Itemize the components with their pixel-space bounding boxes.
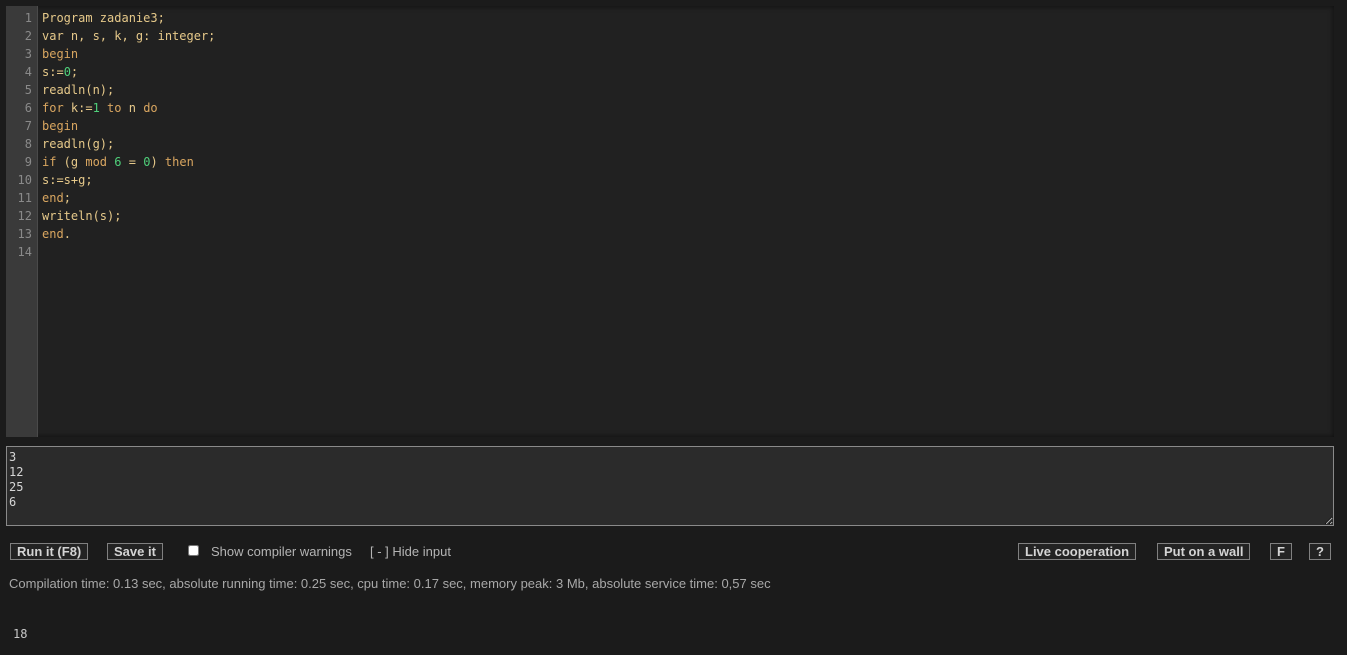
code-line[interactable]: begin bbox=[42, 45, 1334, 63]
code-token: to bbox=[99, 101, 129, 115]
code-token: begin bbox=[42, 119, 79, 133]
line-number: 12 bbox=[17, 209, 32, 223]
code-area[interactable]: Program zadanie3; var n, s, k, g: integer… bbox=[42, 9, 1334, 437]
code-token: do bbox=[143, 101, 158, 115]
line-number: 8 bbox=[24, 137, 32, 151]
program-output: 18 bbox=[13, 627, 28, 641]
code-token: mod bbox=[85, 155, 108, 169]
line-number: 2 bbox=[24, 29, 32, 43]
code-token: . bbox=[63, 227, 71, 241]
line-number: 4 bbox=[24, 65, 32, 79]
hide-input-link[interactable]: [ - ] Hide input bbox=[370, 543, 451, 560]
code-line[interactable]: readln(g); bbox=[42, 135, 1334, 153]
line-number: 14 bbox=[17, 245, 32, 259]
put-on-wall-button[interactable]: Put on a wall bbox=[1157, 543, 1251, 560]
code-token: end bbox=[42, 227, 64, 241]
f-button[interactable]: F bbox=[1270, 543, 1292, 560]
code-line[interactable]: s:=0; bbox=[42, 63, 1334, 81]
code-line[interactable]: end; bbox=[42, 189, 1334, 207]
help-button[interactable]: ? bbox=[1309, 543, 1331, 560]
code-token: if bbox=[42, 155, 57, 169]
line-number: 13 bbox=[17, 227, 32, 241]
code-token: n bbox=[128, 101, 144, 115]
code-token: writeln(s); bbox=[42, 209, 122, 223]
code-line[interactable]: if (g mod 6 = 0) then bbox=[42, 153, 1334, 171]
line-number-gutter: 1 2 3 4 5 6 7 8 9 10 11 12 13 14 bbox=[6, 6, 38, 437]
code-line[interactable]: var n, s, k, g: integer; bbox=[42, 27, 1334, 45]
code-line[interactable]: s:=s+g; bbox=[42, 171, 1334, 189]
code-token: ; bbox=[70, 65, 79, 79]
code-token: readln(g); bbox=[42, 137, 115, 151]
code-token: var n, s, k, g: integer; bbox=[42, 29, 216, 43]
code-token: = bbox=[121, 155, 144, 169]
line-number: 5 bbox=[24, 83, 32, 97]
code-token: begin bbox=[42, 47, 79, 61]
code-token: then bbox=[164, 155, 194, 169]
code-token: 6 bbox=[114, 155, 122, 169]
compiler-warnings-label[interactable]: Show compiler warnings bbox=[211, 543, 352, 560]
code-token: k:= bbox=[63, 101, 93, 115]
line-number: 1 bbox=[24, 11, 32, 25]
line-number: 10 bbox=[17, 173, 32, 187]
code-token: Program zadanie3; bbox=[42, 11, 165, 25]
execution-stats: Compilation time: 0.13 sec, absolute run… bbox=[9, 576, 771, 591]
line-number: 7 bbox=[24, 119, 32, 133]
code-line[interactable] bbox=[42, 243, 1334, 261]
code-token: s:= bbox=[42, 65, 64, 79]
compiler-warnings-checkbox[interactable] bbox=[188, 545, 199, 556]
code-line[interactable]: begin bbox=[42, 117, 1334, 135]
code-token: for bbox=[42, 101, 64, 115]
page: 1 2 3 4 5 6 7 8 9 10 11 12 13 14 Program zadanie3; var… bbox=[0, 0, 1347, 655]
line-numbers: 1 2 3 4 5 6 7 8 9 10 11 12 13 14 bbox=[6, 6, 37, 261]
code-editor[interactable]: 1 2 3 4 5 6 7 8 9 10 11 12 13 14 Program zadanie3; var… bbox=[6, 6, 1334, 437]
stdin-input[interactable] bbox=[6, 446, 1334, 526]
code-token: (g bbox=[56, 155, 86, 169]
code-token: 1 bbox=[92, 101, 100, 115]
code-token: 0 bbox=[63, 65, 71, 79]
code-token: ; bbox=[63, 191, 71, 205]
code-token: s:=s+g; bbox=[42, 173, 93, 187]
run-button[interactable]: Run it (F8) bbox=[10, 543, 89, 560]
line-number: 3 bbox=[24, 47, 32, 61]
code-token: end bbox=[42, 191, 64, 205]
code-line[interactable]: for k:=1 to n do bbox=[42, 99, 1334, 117]
code-token: readln(n); bbox=[42, 83, 115, 97]
save-button[interactable]: Save it bbox=[107, 543, 163, 560]
code-line[interactable]: writeln(s); bbox=[42, 207, 1334, 225]
line-number: 11 bbox=[17, 191, 32, 205]
code-line[interactable]: readln(n); bbox=[42, 81, 1334, 99]
line-number: 9 bbox=[24, 155, 32, 169]
code-token: ) bbox=[150, 155, 165, 169]
code-line[interactable]: end. bbox=[42, 225, 1334, 243]
line-number: 6 bbox=[24, 101, 32, 115]
live-cooperation-button[interactable]: Live cooperation bbox=[1018, 543, 1137, 560]
code-line[interactable]: Program zadanie3; bbox=[42, 9, 1334, 27]
